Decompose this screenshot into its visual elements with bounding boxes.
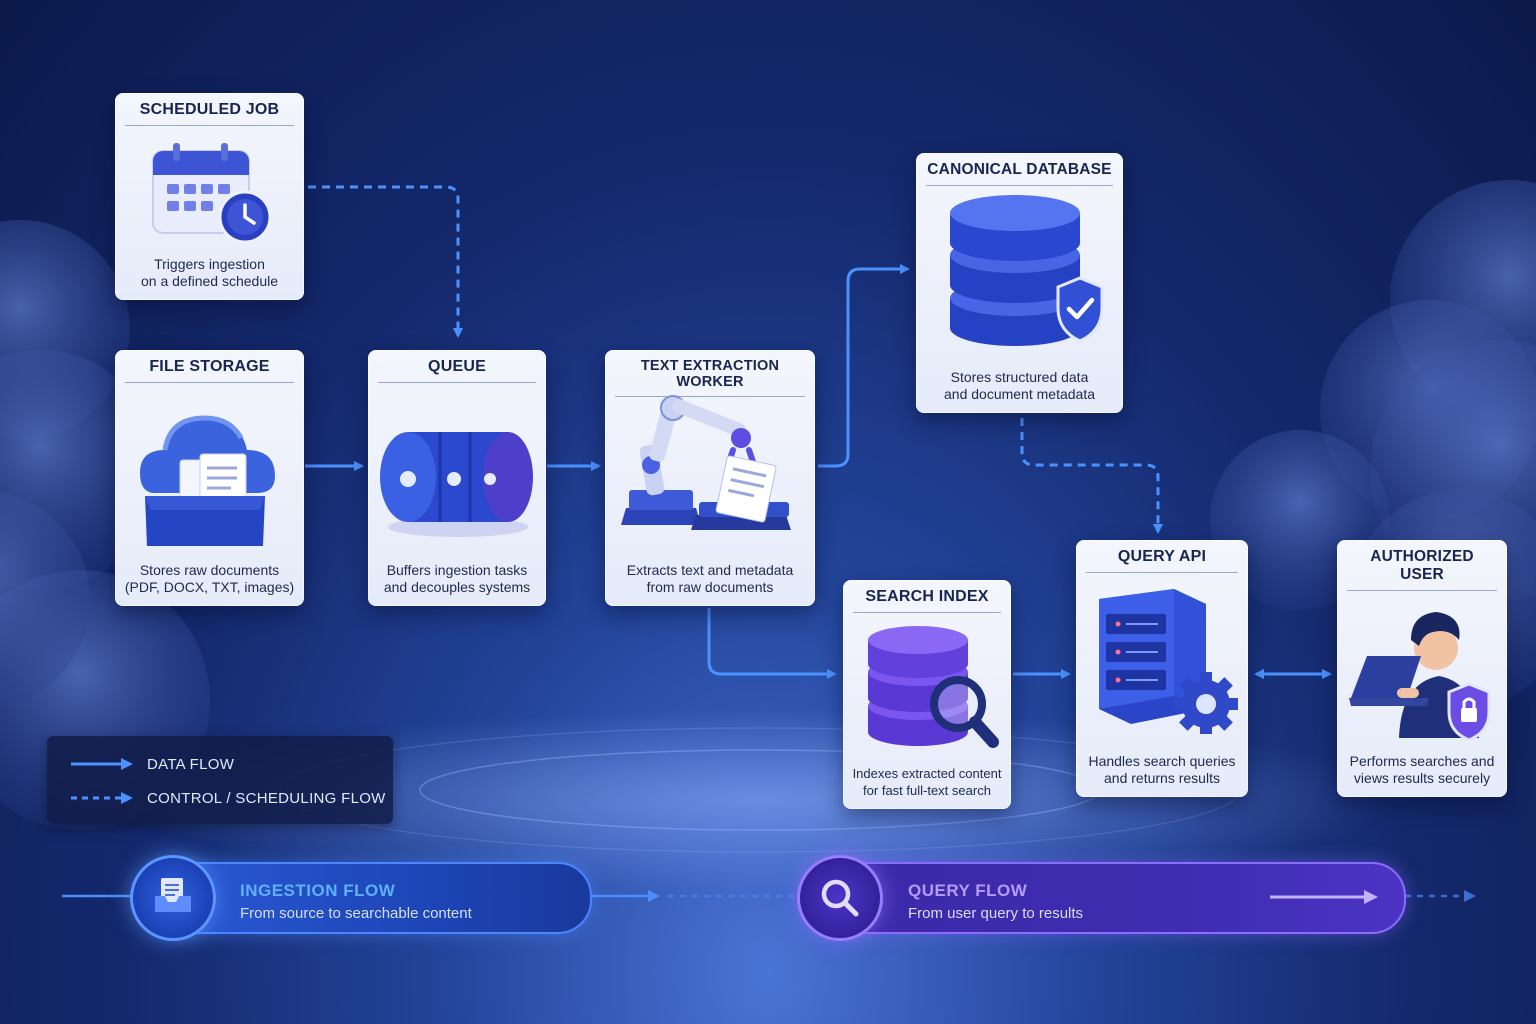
card-description: Handles search queries and returns resul… [1088, 753, 1236, 786]
card-title: QUERY API [1086, 548, 1238, 573]
card-description: Stores raw documents (PDF, DOCX, TXT, im… [124, 562, 295, 595]
card-description: Extracts text and metadata from raw docu… [626, 562, 794, 595]
query-api-card: QUERY API Handles search queries and ret… [1076, 540, 1248, 797]
queue-card: QUEUE Buffers ingestion tasks and decoup… [368, 350, 546, 606]
card-description: Performs searches and views results secu… [1349, 753, 1495, 786]
legend-data-flow: DATA FLOW [71, 754, 234, 774]
data-arrow-worker-index [707, 608, 837, 679]
scheduled-job-card: SCHEDULED JOB Triggers ingestion on a de… [115, 93, 304, 300]
ingestion-flow-banner: INGESTION FLOW From source to searchable… [150, 862, 592, 934]
card-title: SEARCH INDEX [853, 588, 1001, 613]
card-title: CANONICAL DATABASE [926, 161, 1113, 186]
user-laptop-icon [1349, 612, 1491, 742]
cloud-storage-icon [140, 415, 275, 546]
legend-label: CONTROL / SCHEDULING FLOW [147, 789, 386, 807]
solid-arrow-icon [71, 758, 133, 770]
search-index-card: SEARCH INDEX Indexes extracted content f… [843, 580, 1011, 809]
canonical-database-card: CANONICAL DATABASE Stores structured dat… [916, 153, 1123, 413]
ingestion-flow-subtitle: From source to searchable content [240, 905, 472, 922]
search-icon [821, 879, 859, 917]
data-arrow-worker-database [818, 264, 910, 468]
query-flow-subtitle: From user query to results [908, 905, 1084, 922]
authorized-user-card: AUTHORIZED USER Performs searches and vi… [1337, 540, 1507, 797]
card-description: Indexes extracted content for fast full-… [852, 766, 1002, 798]
card-description: Triggers ingestion on a defined schedule [141, 256, 278, 289]
inbox-icon [155, 878, 191, 912]
database-shield-icon [950, 195, 1104, 346]
legend-label: DATA FLOW [147, 755, 235, 773]
dashed-arrow-icon [71, 792, 133, 804]
control-arrow-database-api [1020, 418, 1163, 534]
query-flow-title: QUERY FLOW [908, 881, 1028, 900]
legend: DATA FLOW CONTROL / SCHEDULING FLOW [47, 736, 393, 824]
queue-cylinder-icon [380, 432, 533, 537]
card-title: SCHEDULED JOB [125, 101, 294, 126]
card-description: Buffers ingestion tasks and decouples sy… [383, 562, 531, 595]
query-flow-badge [797, 855, 883, 941]
query-flow-banner: QUERY FLOW From user query to results [818, 862, 1406, 934]
card-title: AUTHORIZED USER [1347, 548, 1497, 591]
text-extraction-worker-card: TEXT EXTRACTION WORKER Extracts text and… [605, 350, 815, 606]
ingestion-flow-title: INGESTION FLOW [240, 881, 396, 900]
control-arrow-scheduler-queue [308, 185, 463, 338]
calendar-clock-icon [152, 143, 272, 244]
file-storage-card: FILE STORAGE Stores raw documents (PDF, … [115, 350, 304, 606]
card-title: QUEUE [378, 358, 536, 383]
server-gear-icon [1099, 589, 1238, 734]
database-search-icon [868, 626, 999, 748]
legend-control-flow: CONTROL / SCHEDULING FLOW [71, 788, 386, 808]
query-flow-arrow [1270, 890, 1378, 904]
ingestion-flow-badge [130, 855, 216, 941]
robot-arm-icon [621, 395, 791, 530]
card-description: Stores structured data and document meta… [944, 369, 1095, 402]
card-title: FILE STORAGE [125, 358, 294, 383]
